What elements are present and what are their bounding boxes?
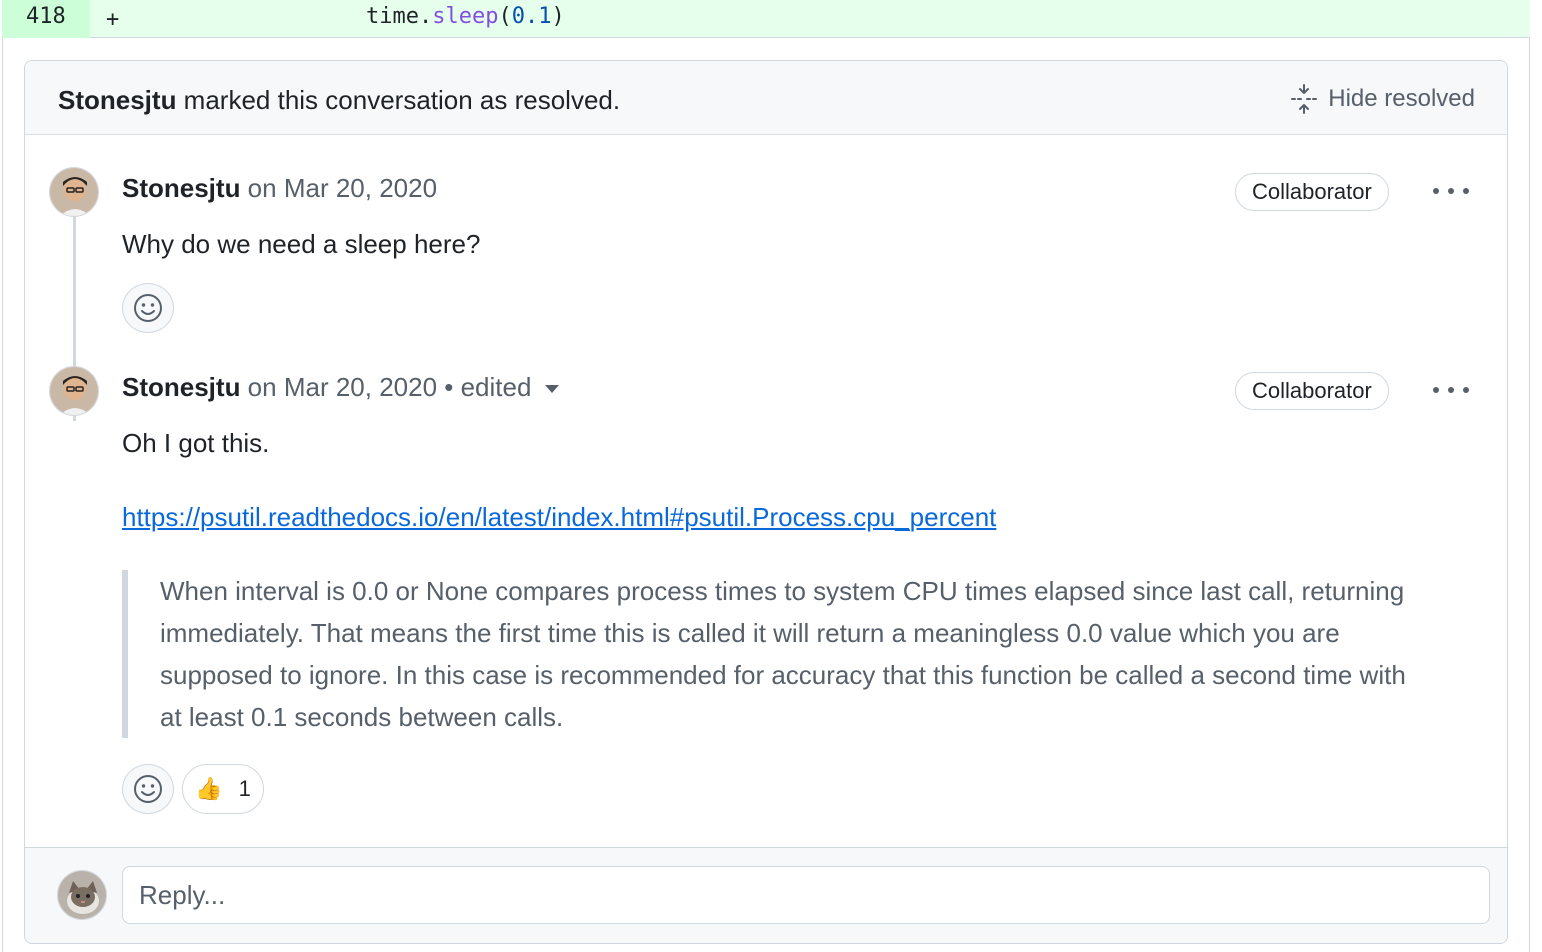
comment-author[interactable]: Stonesjtu xyxy=(122,372,240,402)
kebab-dot-icon xyxy=(1448,387,1454,393)
hide-resolved-button[interactable]: Hide resolved xyxy=(1290,83,1475,115)
comment-body: Why do we need a sleep here? xyxy=(122,229,481,259)
add-reaction-button[interactable] xyxy=(122,283,174,333)
diff-added-line: 418 + time.sleep(0.1) xyxy=(2,0,1530,38)
comment-header: Stonesjtu on Mar 20, 2020 • edited xyxy=(122,372,560,403)
doc-link[interactable]: https://psutil.readthedocs.io/en/latest/… xyxy=(122,502,996,533)
comment-date[interactable]: on Mar 20, 2020 xyxy=(240,372,437,402)
comment-options-button[interactable] xyxy=(1433,181,1469,201)
code-token: ) xyxy=(551,4,565,29)
reply-input[interactable] xyxy=(122,866,1490,924)
code-token: ( xyxy=(498,4,512,29)
collaborator-badge: Collaborator xyxy=(1235,173,1389,211)
code-token: time. xyxy=(366,4,433,29)
comment-options-button[interactable] xyxy=(1433,380,1469,400)
kebab-dot-icon xyxy=(1463,188,1469,194)
comment-body: Oh I got this. xyxy=(122,428,270,458)
add-reaction-button[interactable] xyxy=(122,764,174,814)
caret-down-icon xyxy=(545,385,560,394)
resolved-message: Stonesjtu marked this conversation as re… xyxy=(58,85,620,116)
avatar[interactable] xyxy=(49,366,99,416)
kebab-dot-icon xyxy=(1448,188,1454,194)
avatar[interactable] xyxy=(49,167,99,217)
kebab-dot-icon xyxy=(1433,387,1439,393)
smiley-icon xyxy=(134,775,162,803)
comment-author[interactable]: Stonesjtu xyxy=(122,173,240,203)
hide-resolved-label: Hide resolved xyxy=(1328,85,1475,112)
comment-date[interactable]: on Mar 20, 2020 xyxy=(240,173,437,203)
current-user-avatar[interactable] xyxy=(57,870,107,920)
resolved-by-user[interactable]: Stonesjtu xyxy=(58,85,176,115)
edited-label: • edited xyxy=(437,372,532,402)
collaborator-badge: Collaborator xyxy=(1235,372,1389,410)
reaction-count: 1 xyxy=(238,776,251,801)
diff-code: time.sleep(0.1) xyxy=(366,4,565,29)
cat-avatar-image xyxy=(58,871,106,919)
comment-header: Stonesjtu on Mar 20, 2020 xyxy=(122,173,437,204)
thumbs-up-icon: 👍 xyxy=(195,776,223,801)
resolved-bar: Stonesjtu marked this conversation as re… xyxy=(25,61,1507,135)
thumbs-up-reaction[interactable]: 👍 1 xyxy=(182,764,264,814)
edited-dropdown[interactable]: • edited xyxy=(437,372,560,402)
code-function-token: sleep xyxy=(432,4,499,29)
fold-icon xyxy=(1291,84,1318,114)
kebab-dot-icon xyxy=(1433,188,1439,194)
blockquote: When interval is 0.0 or None compares pr… xyxy=(122,570,1422,738)
reply-area xyxy=(25,847,1507,943)
user-avatar-image xyxy=(50,367,98,415)
diff-line-number[interactable]: 418 xyxy=(2,0,90,38)
review-thread: Stonesjtu marked this conversation as re… xyxy=(24,60,1508,944)
user-avatar-image xyxy=(50,168,98,216)
smiley-icon xyxy=(134,294,162,322)
resolved-text: marked this conversation as resolved. xyxy=(176,85,621,115)
code-number-token: 0.1 xyxy=(511,4,552,29)
kebab-dot-icon xyxy=(1463,387,1469,393)
diff-sign: + xyxy=(106,7,120,32)
